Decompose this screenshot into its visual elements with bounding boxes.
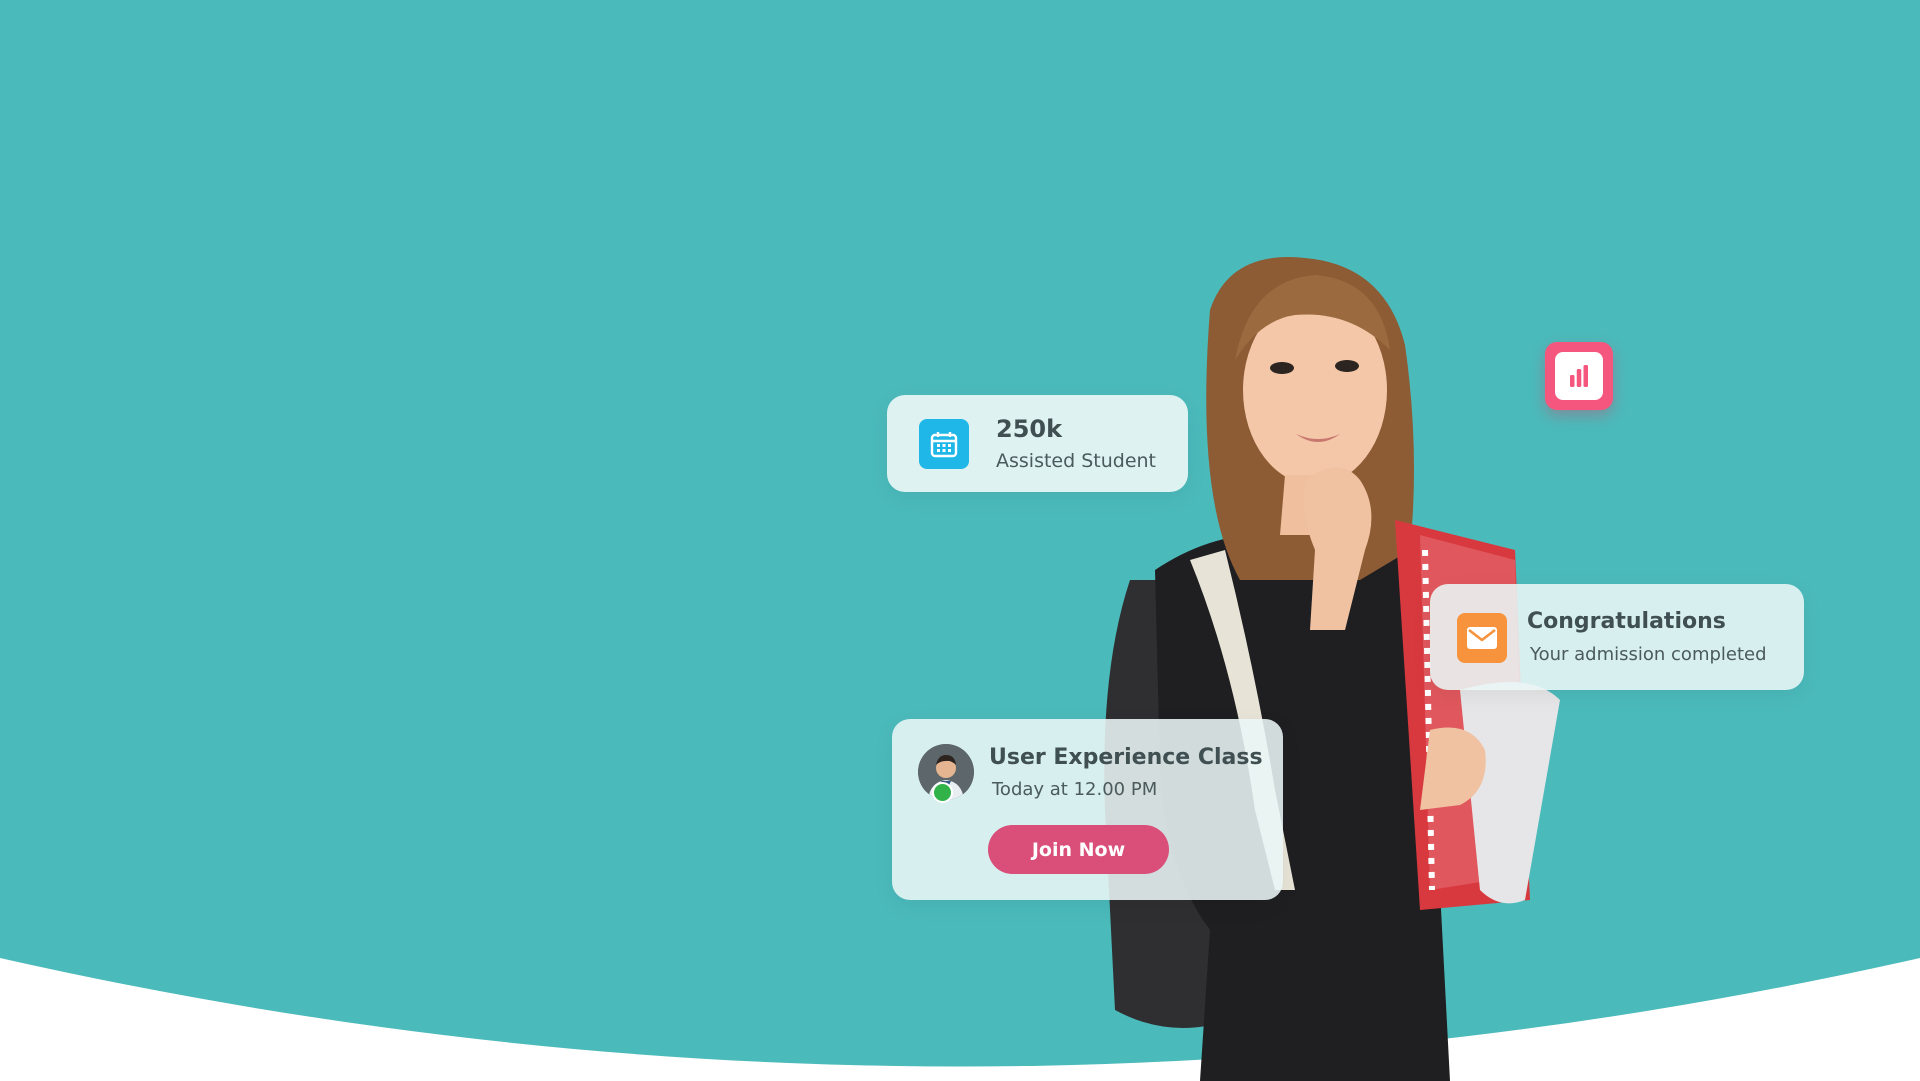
instructor-avatar — [918, 744, 974, 803]
class-title: User Experience Class — [989, 745, 1263, 770]
calendar-icon — [919, 419, 969, 469]
join-now-button[interactable]: Join Now — [988, 825, 1169, 874]
class-time: Today at 12.00 PM — [992, 779, 1158, 800]
online-status-dot — [932, 782, 953, 803]
congrats-title: Congratulations — [1527, 609, 1726, 634]
chart-badge — [1545, 342, 1613, 410]
stats-card: 250k Assisted Student — [887, 395, 1188, 492]
stats-label: Assisted Student — [996, 450, 1157, 472]
class-card: User Experience Class Today at 12.00 PM … — [892, 719, 1283, 900]
hero-section: 250k Assisted Student Congratulations Yo… — [0, 0, 1920, 1081]
mail-icon — [1457, 613, 1507, 663]
bar-chart-icon — [1555, 352, 1603, 400]
congrats-message: Your admission completed — [1530, 644, 1767, 665]
stats-value: 250k — [996, 415, 1063, 443]
congrats-card: Congratulations Your admission completed — [1430, 584, 1804, 690]
